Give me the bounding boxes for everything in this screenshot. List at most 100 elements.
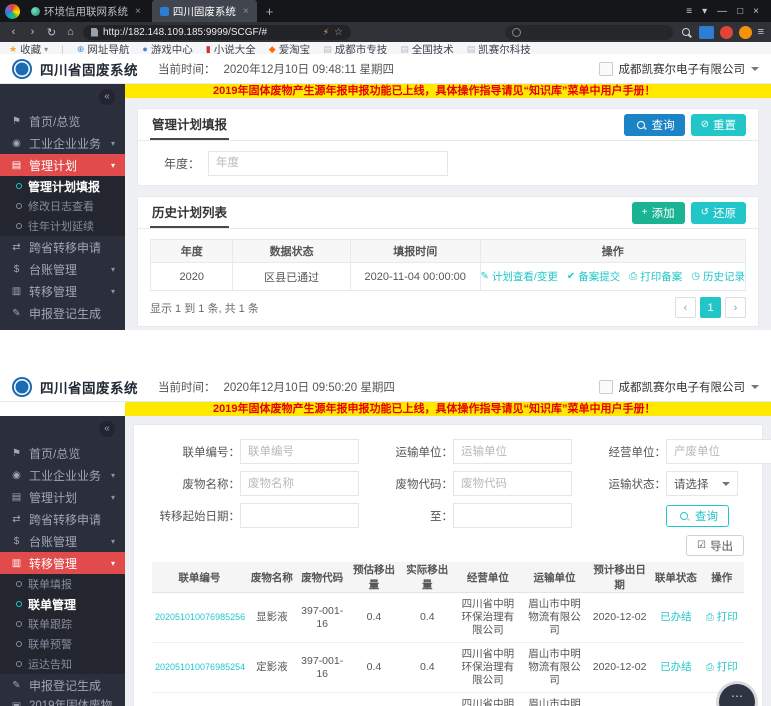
item-label: 跨省转移申请 xyxy=(29,511,101,528)
tab2-close-icon[interactable]: × xyxy=(243,6,249,17)
operate-unit-input[interactable] xyxy=(666,439,771,464)
skin-dropdown-icon[interactable]: ▾ xyxy=(702,6,707,17)
manifest-no-link[interactable]: 202051010076985256 xyxy=(155,612,245,622)
sidebar-item-cross[interactable]: ⇄ 跨省转移申请 xyxy=(0,508,125,530)
item-label: 台账管理 xyxy=(29,261,77,278)
search-button[interactable]: 查询 xyxy=(624,114,685,136)
panel-body: 年度： xyxy=(138,141,758,185)
waste-name-input[interactable] xyxy=(240,471,359,496)
apps-icon[interactable] xyxy=(699,26,714,39)
item-label: 往年计划延续 xyxy=(28,218,94,234)
browser-logo-icon[interactable] xyxy=(5,4,20,19)
manifest-no-input[interactable] xyxy=(240,439,359,464)
sidebar-item-plan[interactable]: ▤ 管理计划 ▾ xyxy=(0,486,125,508)
sidebar-item-home[interactable]: ⚑ 首页/总览 xyxy=(0,110,125,132)
sidebar-subitem-log[interactable]: 修改日志查看 xyxy=(0,196,125,216)
reset-icon: ⊘ xyxy=(701,120,709,130)
add-button[interactable]: + 添加 xyxy=(632,202,685,224)
tab1-close-icon[interactable]: × xyxy=(135,6,141,17)
sidebar-submenu-plan: 管理计划填报 修改日志查看 往年计划延续 xyxy=(0,176,125,236)
view-change-link[interactable]: ✎计划查看/变更 xyxy=(481,269,558,284)
new-tab-button[interactable]: + xyxy=(260,4,280,19)
print-link[interactable]: ⎙打印 xyxy=(706,661,738,674)
search-button[interactable]: 查询 xyxy=(666,505,729,527)
doc-icon: ▤ xyxy=(323,45,332,54)
sidebar-1: « ⚑ 首页/总览 ◉ 工业企业业务 ▾ ▤ 管理计划 ▾ 管理计划填报 修改日… xyxy=(0,84,125,330)
browser-tab-bar: 环境信用联网系统 × 四川固废系统 × + ≡ ▾ — □ × xyxy=(0,0,771,22)
close-window-icon[interactable]: × xyxy=(753,6,759,17)
printer-icon: ⎙ xyxy=(706,663,714,673)
sidebar-collapse-button[interactable]: « xyxy=(99,421,115,437)
manifest-no-link[interactable]: 202051010076985254 xyxy=(155,662,245,672)
user-menu[interactable]: 成都凯赛尔电子有限公司 xyxy=(599,379,760,395)
sidebar-item-cross[interactable]: ⇄ 跨省转移申请 xyxy=(0,236,125,258)
page-1-button[interactable]: 1 xyxy=(700,297,721,318)
next-page-button[interactable]: › xyxy=(725,297,746,318)
home-nav-icon[interactable]: ⌂ xyxy=(64,26,77,38)
history-log-link[interactable]: ◷历史记录 xyxy=(691,269,745,284)
minimize-icon[interactable]: — xyxy=(717,6,727,17)
points-icon[interactable] xyxy=(739,26,752,39)
col-actual-qty: 实际移出量 xyxy=(401,562,454,593)
download-icon[interactable] xyxy=(720,26,733,39)
browser-tab-1[interactable]: 环境信用联网系统 × xyxy=(23,0,149,22)
sidebar-item-ledger[interactable]: $ 台账管理 ▾ xyxy=(0,530,125,552)
restore-button[interactable]: ↺ 还原 xyxy=(691,202,746,224)
more-menu-icon[interactable]: ≡ xyxy=(758,26,764,39)
sidebar-subitem-manifest-manage-active[interactable]: 联单管理 xyxy=(0,594,125,614)
sidebar-subitem-manifest-fill[interactable]: 联单填报 xyxy=(0,574,125,594)
sidebar-subitem-manifest-track[interactable]: 联单跟踪 xyxy=(0,614,125,634)
end-date-input[interactable] xyxy=(453,503,572,528)
forward-icon[interactable]: › xyxy=(26,26,39,38)
start-date-input[interactable] xyxy=(240,503,359,528)
sidebar-item-plan-active[interactable]: ▤ 管理计划 ▾ xyxy=(0,154,125,176)
search-icon[interactable] xyxy=(682,28,690,36)
sidebar-subitem-manifest-alert[interactable]: 联单预警 xyxy=(0,634,125,654)
sidebar-subitem-prev-year[interactable]: 往年计划延续 xyxy=(0,216,125,236)
url-input[interactable]: http://182.148.109.185:9999/SCGF/# ⚡ ☆ xyxy=(83,25,351,40)
sidebar-item-industry[interactable]: ◉ 工业企业业务 ▾ xyxy=(0,464,125,486)
sidebar-item-transfer-active[interactable]: ▥ 转移管理 ▾ xyxy=(0,552,125,574)
bookmark-star-icon[interactable]: ☆ xyxy=(334,27,343,38)
waste-code-input[interactable] xyxy=(453,471,572,496)
table-row: 202051010076985255 胶片 397-001-16 0.00975… xyxy=(152,693,744,706)
print-link[interactable]: ⎙打印 xyxy=(706,611,738,624)
row-actions: ✎计划查看/变更 ✔备案提交 ⎙打印备案 ◷历史记录 xyxy=(481,269,745,284)
back-icon[interactable]: ‹ xyxy=(7,26,20,38)
caret-icon: ▾ xyxy=(111,471,115,480)
sidebar-item-declare[interactable]: ✎ 申报登记生成 xyxy=(0,302,125,324)
button-label: 查询 xyxy=(695,508,718,524)
user-menu[interactable]: 成都凯赛尔电子有限公司 xyxy=(599,61,760,77)
time-label: 当前时间： xyxy=(158,379,216,395)
sidebar-item-transfer[interactable]: ▥ 转移管理 ▾ xyxy=(0,280,125,302)
maximize-icon[interactable]: □ xyxy=(737,6,743,17)
sidebar-item-ledger[interactable]: $ 台账管理 ▾ xyxy=(0,258,125,280)
caret-icon: ▾ xyxy=(111,537,115,546)
sidebar-subitem-arrival-notify[interactable]: 运达告知 xyxy=(0,654,125,674)
transport-status-select[interactable]: 请选择 xyxy=(666,471,738,496)
browser-tab-2-active[interactable]: 四川固废系统 × xyxy=(152,0,257,22)
prev-page-button[interactable]: ‹ xyxy=(675,297,696,318)
lightning-icon[interactable]: ⚡ xyxy=(323,27,329,38)
browser-search-input[interactable] xyxy=(505,25,673,40)
submit-record-link[interactable]: ✔备案提交 xyxy=(567,269,620,284)
clock-icon: ◷ xyxy=(691,272,700,282)
sidebar-item-home[interactable]: ⚑ 首页/总览 xyxy=(0,442,125,464)
app-header-2: 四川省固废系统 当前时间： 2020年12月10日 09:50:20 星期四 成… xyxy=(0,372,771,402)
reset-button[interactable]: ⊘ 重置 xyxy=(691,114,746,136)
home-icon: ⚑ xyxy=(10,116,23,127)
sidebar-item-industry[interactable]: ◉ 工业企业业务 ▾ xyxy=(0,132,125,154)
export-button[interactable]: ☑ 导出 xyxy=(686,535,744,556)
sidebar-collapse-button[interactable]: « xyxy=(99,89,115,105)
sidebar-subitem-plan-fill-active[interactable]: 管理计划填报 xyxy=(0,176,125,196)
browser-menu-icon[interactable]: ≡ xyxy=(686,6,692,17)
current-time: 当前时间： 2020年12月10日 09:48:11 星期四 xyxy=(158,61,394,77)
sidebar-item-report-2019[interactable]: ▣ 2019年固体废物产生申报 xyxy=(0,696,125,706)
print-record-link[interactable]: ⎙打印备案 xyxy=(629,269,682,284)
year-input[interactable] xyxy=(208,151,448,176)
table-header-row: 年度 数据状态 填报时间 操作 xyxy=(151,240,746,263)
sidebar-item-declare[interactable]: ✎ 申报登记生成 xyxy=(0,674,125,696)
refresh-icon[interactable]: ↻ xyxy=(45,26,58,39)
start-date-label: 转移起始日期： xyxy=(152,508,240,524)
transport-unit-input[interactable] xyxy=(453,439,572,464)
